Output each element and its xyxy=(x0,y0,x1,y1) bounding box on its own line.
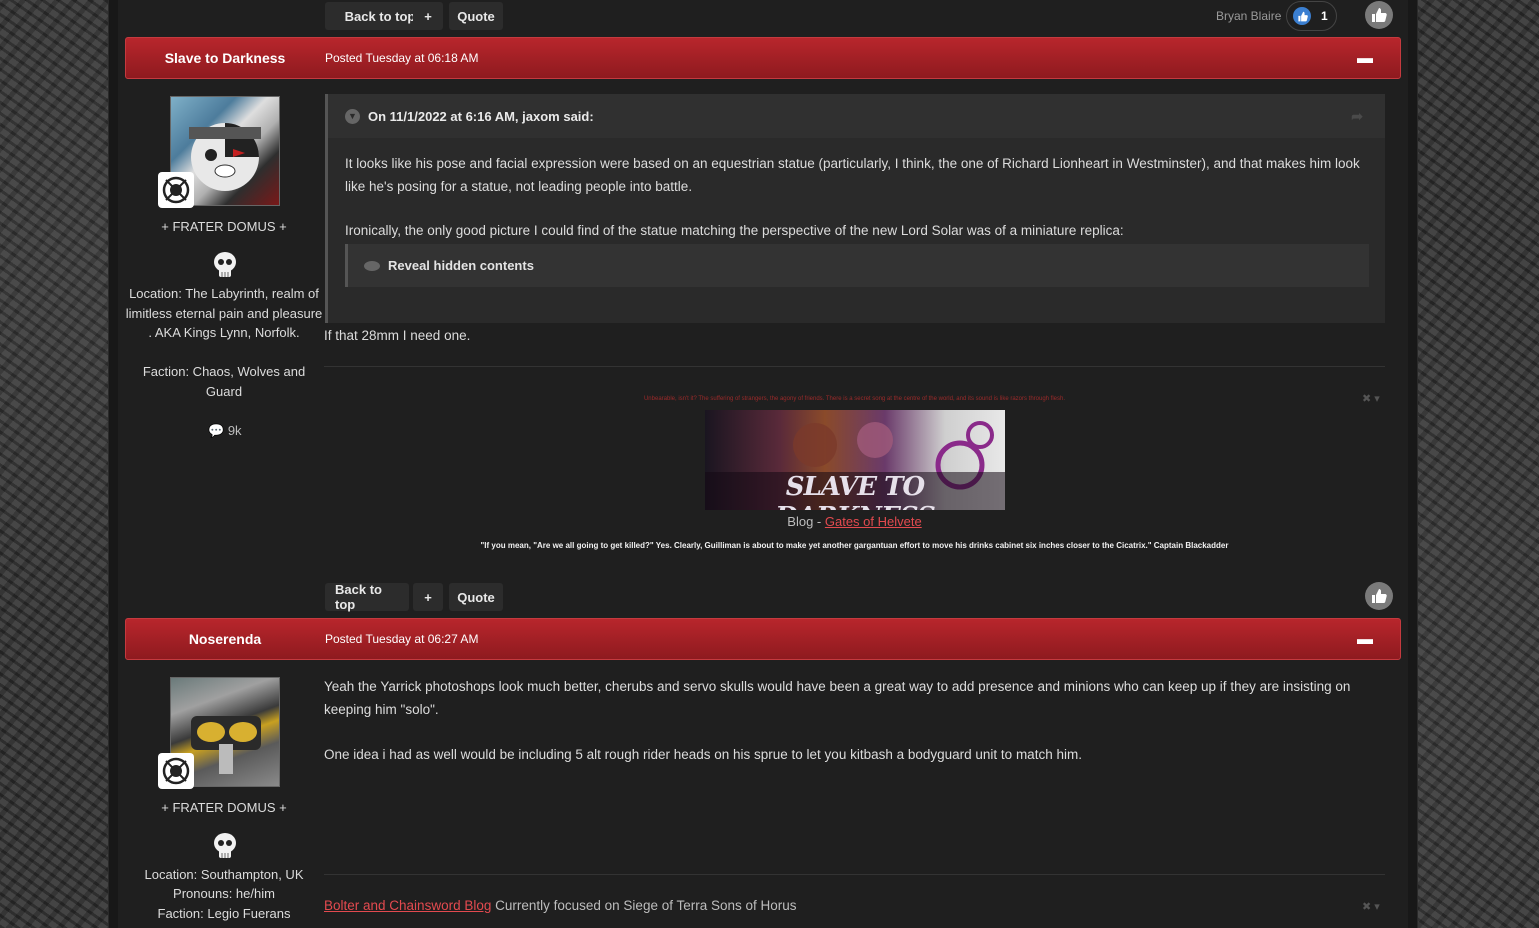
signature-divider xyxy=(324,874,1385,875)
user-faction: Faction: Legio Fuerans xyxy=(157,906,291,921)
reaction-count: 1 xyxy=(1321,9,1328,23)
signature-blog-line: Blog - Gates of Helvete xyxy=(324,514,1385,529)
post-header: Noserenda Posted Tuesday at 06:27 AM ▬ xyxy=(125,618,1401,660)
blog-prefix: Blog - xyxy=(787,514,825,529)
liker-name[interactable]: Bryan Blaire xyxy=(1216,9,1281,23)
quote-chevron-icon[interactable]: ▼ xyxy=(345,108,360,124)
plus-button[interactable]: + xyxy=(413,2,443,30)
comment-icon: 💬 xyxy=(208,423,225,438)
quote-block: ▼ On 11/1/2022 at 6:16 AM, jaxom said: ➦… xyxy=(325,94,1385,323)
post-count-value: 9k xyxy=(227,423,242,438)
eye-icon xyxy=(364,260,380,271)
post-body: If that 28mm I need one. xyxy=(324,328,471,343)
thumbs-up-icon xyxy=(1372,8,1387,22)
signature-line: Bolter and Chainsword Blog Currently foc… xyxy=(324,898,797,913)
rank-badge-icon xyxy=(158,753,194,789)
quote-header: ▼ On 11/1/2022 at 6:16 AM, jaxom said: ➦ xyxy=(328,94,1385,138)
skull-icon xyxy=(214,252,236,277)
signature-quote: Unbearable, isn't it? The suffering of s… xyxy=(643,396,1066,402)
author-name[interactable]: Noserenda xyxy=(126,631,324,647)
thumbs-up-icon xyxy=(1372,589,1387,603)
rank-badge-icon xyxy=(158,172,194,208)
user-rank: + FRATER DOMUS + xyxy=(161,219,287,234)
quote-button[interactable]: Quote xyxy=(449,583,503,611)
back-to-top-button[interactable]: Back to top xyxy=(325,582,409,612)
signature-banner[interactable]: SLAVE TO DARKNESS xyxy=(705,410,1005,510)
spoiler-toggle[interactable]: Reveal hidden contents xyxy=(345,244,1369,287)
post-paragraph: One idea i had as well would be includin… xyxy=(324,747,1082,762)
author-name[interactable]: Slave to Darkness xyxy=(126,50,324,66)
user-faction: Faction: Chaos, Wolves and Guard xyxy=(142,364,306,399)
user-location: Location: The Labyrinth, realm of limitl… xyxy=(125,286,323,340)
signature-divider xyxy=(324,366,1385,367)
user-pronouns: Pronouns: he/him xyxy=(173,886,275,901)
plus-button[interactable]: + xyxy=(413,583,443,611)
post-header: Slave to Darkness Posted Tuesday at 06:1… xyxy=(125,37,1401,79)
quote-paragraph: It looks like his pose and facial expres… xyxy=(345,156,1360,194)
spoiler-label: Reveal hidden contents xyxy=(388,258,534,273)
like-button[interactable] xyxy=(1365,1,1393,29)
share-icon[interactable]: ➦ xyxy=(1351,108,1363,125)
user-location: Location: Southampton, UK xyxy=(144,867,304,882)
post-count[interactable]: 💬 9k xyxy=(208,423,242,439)
close-icon[interactable]: ✖ ▾ xyxy=(1362,900,1380,913)
signature-bold-quote: "If you mean, "Are we all going to get k… xyxy=(480,541,1229,550)
skull-icon xyxy=(214,833,236,858)
thumbs-up-icon xyxy=(1293,7,1311,25)
quote-button[interactable]: Quote xyxy=(449,2,503,30)
post-timestamp[interactable]: Posted Tuesday at 06:27 AM xyxy=(325,632,478,646)
user-rank: + FRATER DOMUS + xyxy=(161,800,287,815)
like-button[interactable] xyxy=(1365,582,1393,610)
signature-text: Currently focused on Siege of Terra Sons… xyxy=(491,898,797,913)
close-icon[interactable]: ✖ ▾ xyxy=(1362,392,1380,405)
reaction-count-badge[interactable]: 1 xyxy=(1286,1,1337,31)
blog-link[interactable]: Bolter and Chainsword Blog xyxy=(324,898,491,913)
quote-citation[interactable]: On 11/1/2022 at 6:16 AM, jaxom said: xyxy=(368,109,594,124)
blog-link[interactable]: Gates of Helvete xyxy=(825,514,922,529)
quote-paragraph: Ironically, the only good picture I coul… xyxy=(345,223,1124,238)
banner-text: SLAVE TO DARKNESS xyxy=(775,472,936,510)
ellipsis-icon[interactable]: ▬ xyxy=(1357,50,1373,68)
ellipsis-icon[interactable]: ▬ xyxy=(1357,631,1373,649)
post-paragraph: Yeah the Yarrick photoshops look much be… xyxy=(324,679,1351,717)
post-timestamp[interactable]: Posted Tuesday at 06:18 AM xyxy=(325,51,478,65)
